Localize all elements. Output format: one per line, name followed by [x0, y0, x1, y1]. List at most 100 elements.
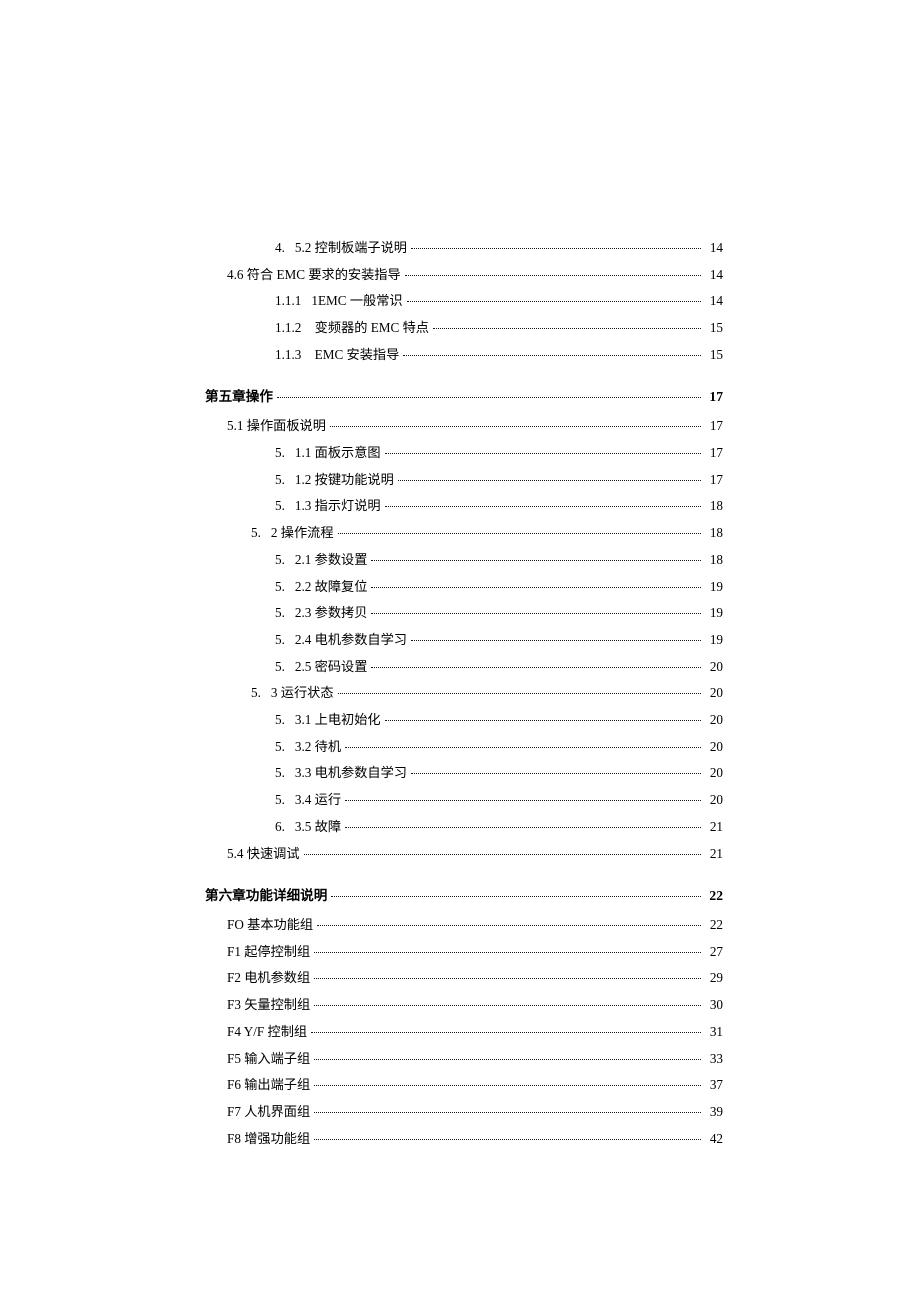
- toc-entry-label: 5. 2.2 故障复位: [275, 580, 367, 595]
- toc-entry-page: 22: [705, 918, 723, 933]
- toc-entry-title: 1EMC 一般常识: [311, 293, 402, 308]
- toc-entry-row: 5.1 操作面板说明17: [205, 419, 723, 434]
- toc-entry-row: F3 矢量控制组 30: [205, 998, 723, 1013]
- toc-entry-label: 5.2.4 电机参数自学习: [275, 633, 407, 648]
- toc-chapter-row: 第六章功能详细说明22: [205, 889, 723, 904]
- toc-entry-prefix: 4.: [275, 240, 285, 255]
- toc-entry-row: 5.2.1 参数设置 18: [205, 553, 723, 568]
- toc-entry-page: 20: [705, 686, 723, 701]
- toc-entry-row: 5.2.3 参数拷贝19: [205, 606, 723, 621]
- toc-entry-title: 3 运行状态: [271, 685, 334, 700]
- toc-entry-page: 21: [705, 820, 723, 835]
- toc-entry-label: F7 人机界面组: [227, 1105, 310, 1120]
- toc-entry-page: 20: [705, 740, 723, 755]
- toc-entry-page: 20: [705, 766, 723, 781]
- toc-entry-label: 5.2 操作流程: [251, 526, 334, 541]
- toc-entry-title: 2.2 故障复位: [295, 579, 368, 594]
- toc-entry-row: 4.5.2 控制板端子说明14: [205, 241, 723, 256]
- toc-entry-label: F5 输入端子组: [227, 1052, 310, 1067]
- toc-entry-page: 15: [705, 321, 723, 336]
- toc-entry-label: 6.3.5 故障: [275, 820, 341, 835]
- toc-dot-leader: [314, 1059, 701, 1060]
- toc-entry-page: 18: [705, 526, 723, 541]
- toc-entry-row: 5.4 快速调试 21: [205, 847, 723, 862]
- toc-entry-prefix: 5.: [251, 685, 261, 700]
- toc-entry-row: F2 电机参数组29: [205, 971, 723, 986]
- toc-entry-page: 19: [705, 606, 723, 621]
- toc-dot-leader: [345, 747, 701, 748]
- toc-entry-label: 5.3.4 运行: [275, 793, 341, 808]
- toc-entry-page: 18: [705, 553, 723, 568]
- toc-entry-title: 3.2 待机: [295, 739, 341, 754]
- toc-entry-prefix: 5.: [275, 552, 285, 567]
- toc-dot-leader: [314, 1085, 701, 1086]
- toc-entry-prefix: 5.: [275, 498, 285, 513]
- toc-entry-label: 5. 1.3 指示灯说明: [275, 499, 381, 514]
- toc-entry-label: 5. 3.3 电机参数自学习: [275, 766, 407, 781]
- toc-entry-title: F3 矢量控制组: [227, 997, 310, 1012]
- toc-entry-title: 4.6 符合 EMC 要求的安装指导: [227, 267, 401, 282]
- toc-entry-prefix: 5.: [275, 472, 285, 487]
- toc-entry-row: 5.2.5 密码设置20: [205, 660, 723, 675]
- toc-entry-title: 3.3 电机参数自学习: [295, 765, 407, 780]
- toc-entry-prefix: 5.: [251, 525, 261, 540]
- toc-dot-leader: [371, 667, 701, 668]
- toc-entry-label: 5.3.1 上电初始化: [275, 713, 381, 728]
- toc-entry-prefix: 5.: [275, 579, 285, 594]
- toc-entry-page: 21: [705, 847, 723, 862]
- toc-entry-label: F4 Y/F 控制组: [227, 1025, 307, 1040]
- toc-dot-leader: [411, 248, 701, 249]
- toc-entry-row: F7 人机界面组 39: [205, 1105, 723, 1120]
- toc-entry-title: 2.3 参数拷贝: [295, 605, 368, 620]
- toc-entry-row: 5. 3.2 待机 20: [205, 740, 723, 755]
- toc-entry-label: 4.6 符合 EMC 要求的安装指导: [227, 268, 401, 283]
- toc-entry-label: 5.1.1 面板示意图: [275, 446, 381, 461]
- toc-entry-label: 4. 5.2 控制板端子说明: [275, 241, 407, 256]
- toc-dot-leader: [371, 587, 701, 588]
- toc-entry-prefix: 5.: [275, 445, 285, 460]
- toc-entry-title: EMC 安装指导: [311, 347, 399, 362]
- toc-dot-leader: [314, 1112, 701, 1113]
- toc-entry-page: 39: [705, 1105, 723, 1120]
- toc-entry-row: F1 起停控制组27: [205, 945, 723, 960]
- toc-entry-row: 5.3.4 运行20: [205, 793, 723, 808]
- toc-entry-title: 5.2 控制板端子说明: [295, 240, 407, 255]
- toc-entry-row: 5.3.1 上电初始化20: [205, 713, 723, 728]
- toc-dot-leader: [330, 426, 701, 427]
- toc-entry-label: 第六章功能详细说明: [205, 889, 327, 904]
- toc-entry-prefix: 1.1.3: [275, 347, 301, 362]
- toc-entry-prefix: 1.1.1: [275, 293, 301, 308]
- toc-entry-row: 5. 3.3 电机参数自学习 20: [205, 766, 723, 781]
- toc-entry-title: 5.4 快速调试: [227, 846, 300, 861]
- toc-entry-title: 第六章功能详细说明: [205, 888, 327, 903]
- toc-entry-label: 5. 3 运行状态: [251, 686, 334, 701]
- toc-dot-leader: [407, 301, 701, 302]
- toc-entry-title: FO 基本功能组: [227, 917, 313, 932]
- toc-entry-page: 17: [705, 473, 723, 488]
- toc-entry-label: 5.2.1 参数设置: [275, 553, 367, 568]
- toc-entry-label: F3 矢量控制组: [227, 998, 310, 1013]
- toc-entry-row: 5.2.2 故障复位19: [205, 580, 723, 595]
- toc-dot-leader: [371, 613, 701, 614]
- toc-entry-title: 1.3 指示灯说明: [295, 498, 381, 513]
- toc-entry-label: 第五章操作: [205, 390, 273, 405]
- toc-entry-prefix: 5.: [275, 765, 285, 780]
- toc-entry-page: 17: [705, 446, 723, 461]
- toc-dot-leader: [371, 560, 701, 561]
- toc-entry-row: 5.1.3 指示灯说明18: [205, 499, 723, 514]
- toc-entry-label: 5.1 操作面板说明: [227, 419, 326, 434]
- toc-entry-label: 1.1.1 1EMC 一般常识: [275, 294, 403, 309]
- toc-entry-title: 3.5 故障: [295, 819, 341, 834]
- toc-dot-leader: [345, 800, 701, 801]
- toc-entry-prefix: 5.: [275, 739, 285, 754]
- toc-dot-leader: [403, 355, 701, 356]
- toc-entry-title: 1.2 按键功能说明: [295, 472, 394, 487]
- toc-dot-leader: [385, 453, 701, 454]
- toc-entry-row: 5.2 操作流程 18: [205, 526, 723, 541]
- toc-dot-leader: [345, 827, 701, 828]
- toc-entry-page: 33: [705, 1052, 723, 1067]
- toc-dot-leader: [314, 1005, 701, 1006]
- toc-entry-row: F8 增强功能组42: [205, 1132, 723, 1147]
- toc-entry-page: 30: [705, 998, 723, 1013]
- toc-entry-row: 6.3.5 故障 21: [205, 820, 723, 835]
